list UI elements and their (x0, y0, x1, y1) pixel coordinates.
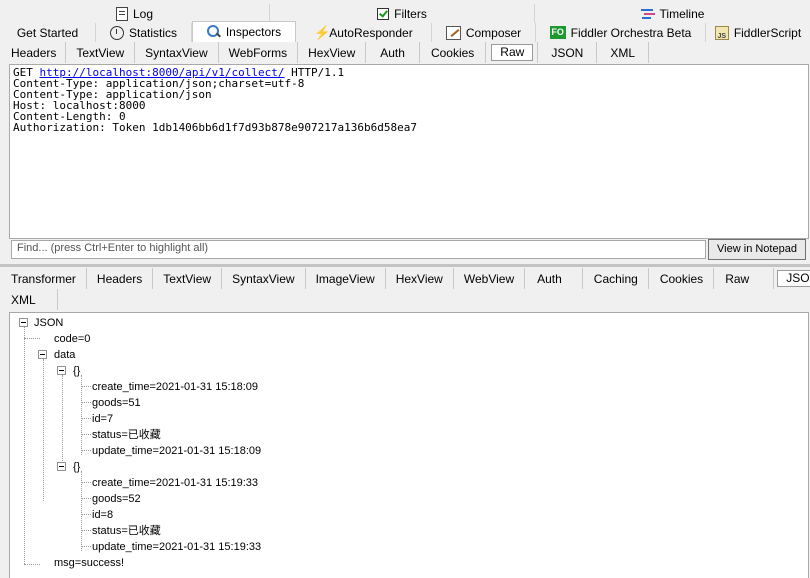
tree-node-leaf[interactable]: update_time=2021-01-31 15:19:33 (92, 541, 261, 554)
resp-tab-webview[interactable]: WebView (454, 268, 525, 289)
resp-tab-headers[interactable]: Headers (87, 268, 153, 289)
tree-node-leaf[interactable]: goods=52 (92, 493, 141, 506)
req-tab-webforms[interactable]: WebForms (219, 42, 298, 63)
tab-fiddler-orchestra[interactable]: FO Fiddler Orchestra Beta (536, 23, 706, 42)
tree-connector (81, 402, 91, 403)
tree-node-leaf[interactable]: status=已收藏 (92, 429, 161, 442)
timeline-icon (641, 8, 655, 19)
tab-get-started[interactable]: Get Started (0, 23, 96, 42)
request-header-line: Authorization: Token 1db1406bb6d1f7d93b8… (13, 121, 417, 134)
tab-inspectors[interactable]: Inspectors (192, 21, 296, 42)
tab-fiddlerscript[interactable]: JS FiddlerScript (706, 23, 810, 42)
stopwatch-icon (110, 26, 124, 40)
tree-node-object[interactable]: {} (73, 461, 80, 474)
resp-tab-transformer[interactable]: Transformer (0, 268, 87, 289)
tree-node-object[interactable]: {} (73, 365, 80, 378)
tree-connector (81, 482, 91, 483)
request-inspector-tabs: Headers TextView SyntaxView WebForms Hex… (0, 42, 810, 63)
tree-node-leaf[interactable]: create_time=2021-01-31 15:19:33 (92, 477, 258, 490)
tree-connector (62, 375, 63, 471)
resp-tab-hexview[interactable]: HexView (386, 268, 454, 289)
resp-tab-imageview[interactable]: ImageView (306, 268, 386, 289)
tab-autoresponder[interactable]: ⚡ AutoResponder (296, 23, 432, 42)
tree-connector (81, 514, 91, 515)
top-tabs-row1: Log Filters Timeline (0, 4, 810, 23)
view-in-notepad-button[interactable]: View in Notepad (708, 239, 806, 260)
pencil-icon (446, 26, 461, 40)
tab-fiddler-orchestra-label: Fiddler Orchestra Beta (571, 26, 692, 40)
tree-connector (81, 386, 91, 387)
response-inspector-tabs-row2: XML (0, 289, 810, 310)
tree-connector (43, 359, 44, 501)
top-tabs-row2: Get Started Statistics Inspectors ⚡ Auto… (0, 23, 810, 42)
json-tree-view[interactable]: JSON code=0 data {} create_time=2021-01-… (9, 312, 809, 578)
tab-timeline-label: Timeline (660, 7, 705, 21)
tab-statistics[interactable]: Statistics (96, 23, 192, 42)
response-inspector-tabs: Transformer Headers TextView SyntaxView … (0, 268, 810, 289)
tree-node-leaf[interactable]: update_time=2021-01-31 15:18:09 (92, 445, 261, 458)
tab-composer[interactable]: Composer (432, 23, 536, 42)
req-tab-json[interactable]: JSON (538, 42, 597, 63)
resp-tab-caching[interactable]: Caching (583, 268, 649, 289)
resp-tab-cookies[interactable]: Cookies (649, 268, 714, 289)
tab-statistics-label: Statistics (129, 26, 177, 40)
tab-inspectors-label: Inspectors (226, 25, 281, 39)
tree-node-data[interactable]: data (54, 349, 75, 362)
tree-connector (81, 375, 82, 455)
tab-log-label: Log (133, 7, 153, 21)
tree-node-code[interactable]: code=0 (54, 333, 90, 346)
req-tab-raw[interactable]: Raw (486, 42, 538, 63)
resp-tab-raw[interactable]: Raw (714, 268, 774, 289)
req-tab-xml[interactable]: XML (597, 42, 649, 63)
raw-request-view[interactable]: GET http://localhost:8000/api/v1/collect… (9, 64, 809, 239)
tree-node-leaf[interactable]: goods=51 (92, 397, 141, 410)
magnifier-icon (207, 25, 221, 39)
tree-connector (81, 418, 91, 419)
resp-tab-json[interactable]: JSON (774, 268, 810, 289)
tab-composer-label: Composer (466, 26, 521, 40)
tree-connector (24, 564, 40, 565)
tree-connector (24, 327, 25, 564)
lightning-icon: ⚡ (314, 26, 324, 39)
checkbox-icon (377, 8, 389, 20)
req-tab-cookies[interactable]: Cookies (420, 42, 486, 63)
tree-connector (24, 338, 40, 339)
tree-connector (81, 434, 91, 435)
req-tab-auth[interactable]: Auth (366, 42, 420, 63)
tab-get-started-label: Get Started (17, 26, 78, 40)
tree-connector (81, 450, 91, 451)
tab-timeline[interactable]: Timeline (535, 4, 810, 23)
resp-tab-textview[interactable]: TextView (153, 268, 222, 289)
tree-connector (81, 546, 91, 547)
req-tab-hexview[interactable]: HexView (298, 42, 366, 63)
tree-node-leaf[interactable]: status=已收藏 (92, 525, 161, 538)
tree-node-leaf[interactable]: id=7 (92, 413, 113, 426)
log-icon (116, 7, 128, 21)
resp-tab-xml[interactable]: XML (0, 289, 58, 310)
collapse-toggle-icon[interactable] (19, 318, 28, 327)
fo-icon: FO (550, 26, 566, 39)
tree-node-leaf[interactable]: create_time=2021-01-31 15:18:09 (92, 381, 258, 394)
collapse-toggle-icon[interactable] (38, 350, 47, 359)
tree-connector (81, 498, 91, 499)
tree-node-leaf[interactable]: id=8 (92, 509, 113, 522)
resp-tab-syntaxview[interactable]: SyntaxView (222, 268, 305, 289)
collapse-toggle-icon[interactable] (57, 462, 66, 471)
req-tab-headers[interactable]: Headers (0, 42, 66, 63)
script-icon: JS (715, 26, 729, 40)
tree-connector (81, 530, 91, 531)
tree-node-msg[interactable]: msg=success! (54, 557, 124, 570)
find-input[interactable]: Find... (press Ctrl+Enter to highlight a… (11, 240, 706, 259)
pane-splitter[interactable] (0, 264, 810, 267)
tab-filters-label: Filters (394, 7, 427, 21)
req-tab-textview[interactable]: TextView (66, 42, 135, 63)
tree-connector (81, 471, 82, 551)
tab-fiddlerscript-label: FiddlerScript (734, 26, 801, 40)
tree-node-root[interactable]: JSON (34, 317, 63, 330)
tab-autoresponder-label: AutoResponder (329, 26, 412, 40)
collapse-toggle-icon[interactable] (57, 366, 66, 375)
req-tab-syntaxview[interactable]: SyntaxView (135, 42, 218, 63)
resp-tab-auth[interactable]: Auth (525, 268, 583, 289)
tab-filters[interactable]: Filters (270, 4, 535, 23)
